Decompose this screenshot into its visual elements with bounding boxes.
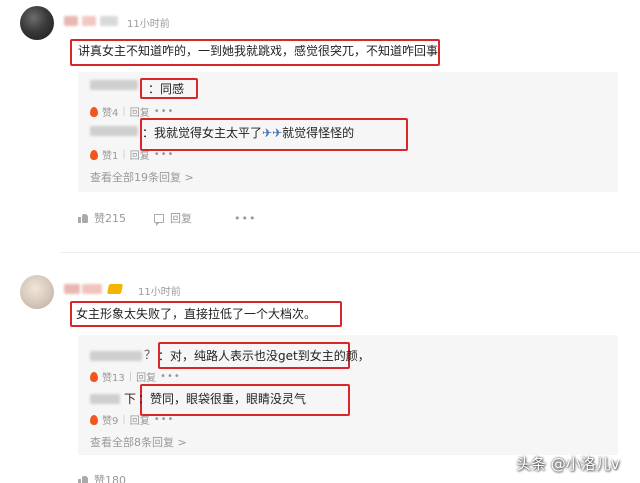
comment-footer: 赞215 回复 ••• bbox=[78, 210, 256, 226]
comment-footer: 赞180 bbox=[78, 472, 126, 483]
comment-time: 11小时前 bbox=[138, 287, 181, 298]
like-count[interactable]: 赞13 bbox=[102, 369, 125, 384]
reply-text-part: 就觉得怪怪的 bbox=[282, 126, 355, 140]
divider bbox=[60, 252, 640, 253]
more-icon[interactable]: ••• bbox=[160, 371, 181, 382]
like-count[interactable]: 赞1 bbox=[102, 147, 118, 162]
thumb-up-icon[interactable] bbox=[78, 475, 88, 483]
blurred-username bbox=[82, 16, 96, 26]
flame-icon[interactable] bbox=[90, 371, 98, 382]
reply-username-suffix: ？ bbox=[144, 348, 157, 362]
watermark-text: 头条 @小洛儿v bbox=[516, 455, 620, 473]
blurred-username bbox=[82, 284, 102, 294]
more-icon[interactable]: ••• bbox=[154, 149, 175, 160]
flame-icon[interactable] bbox=[90, 414, 98, 425]
like-count[interactable]: 赞9 bbox=[102, 412, 118, 427]
commenter-avatar[interactable] bbox=[20, 6, 54, 40]
more-icon[interactable]: ••• bbox=[154, 106, 175, 117]
airplane-emoji-icon: ✈✈ bbox=[262, 126, 283, 140]
comment-text: 讲真女主不知道咋的，一到她我就跳戏，感觉很突兀，不知道咋回事 bbox=[78, 44, 439, 58]
comment-text: 女主形象太失败了，直接拉低了一个大档次。 bbox=[76, 307, 317, 321]
reply-text-part: ：我就觉得女主太平了 bbox=[142, 126, 263, 140]
flame-icon[interactable] bbox=[90, 149, 98, 160]
reply-link[interactable]: 回复 bbox=[130, 412, 150, 427]
view-all-replies[interactable]: 查看全部19条回复 > bbox=[90, 169, 194, 185]
blurred-username bbox=[90, 126, 138, 136]
vip-badge-icon bbox=[106, 284, 124, 294]
reply-link[interactable]: 回复 bbox=[136, 369, 156, 384]
thumb-up-icon[interactable] bbox=[78, 213, 88, 223]
blurred-username bbox=[100, 16, 118, 26]
like-count[interactable]: 赞180 bbox=[94, 472, 126, 483]
more-icon[interactable]: ••• bbox=[234, 212, 256, 225]
blurred-username bbox=[90, 80, 138, 90]
reply-link[interactable]: 回复 bbox=[170, 210, 192, 226]
reply-meta: 赞13 | 回复 ••• bbox=[90, 369, 181, 384]
blurred-username bbox=[90, 351, 142, 361]
like-count[interactable]: 赞4 bbox=[102, 104, 118, 119]
blurred-username bbox=[90, 394, 120, 404]
view-all-replies[interactable]: 查看全部8条回复 > bbox=[90, 434, 187, 450]
reply-link[interactable]: 回复 bbox=[130, 104, 150, 119]
reply-icon[interactable] bbox=[154, 213, 164, 226]
reply-meta: 赞4 | 回复 ••• bbox=[90, 104, 174, 119]
flame-icon[interactable] bbox=[90, 106, 98, 117]
reply-link[interactable]: 回复 bbox=[130, 147, 150, 162]
reply-text: ：对，纯路人表示也没get到女主的颜， bbox=[158, 349, 370, 363]
like-count[interactable]: 赞215 bbox=[94, 210, 126, 226]
reply-meta: 赞9 | 回复 ••• bbox=[90, 412, 174, 427]
more-icon[interactable]: ••• bbox=[154, 414, 175, 425]
reply-text: ：我就觉得女主太平了 ✈✈ 就觉得怪怪的 bbox=[142, 125, 354, 141]
reply-text: ：赞同，眼袋很重，眼睛没灵气 bbox=[138, 392, 307, 406]
commenter-avatar[interactable] bbox=[20, 275, 54, 309]
blurred-username bbox=[64, 284, 80, 294]
reply-text: ：同感 bbox=[148, 82, 185, 96]
comment-time: 11小时前 bbox=[127, 19, 170, 30]
reply-meta: 赞1 | 回复 ••• bbox=[90, 147, 174, 162]
reply-username-suffix: 下 bbox=[124, 392, 137, 406]
blurred-username bbox=[64, 16, 78, 26]
